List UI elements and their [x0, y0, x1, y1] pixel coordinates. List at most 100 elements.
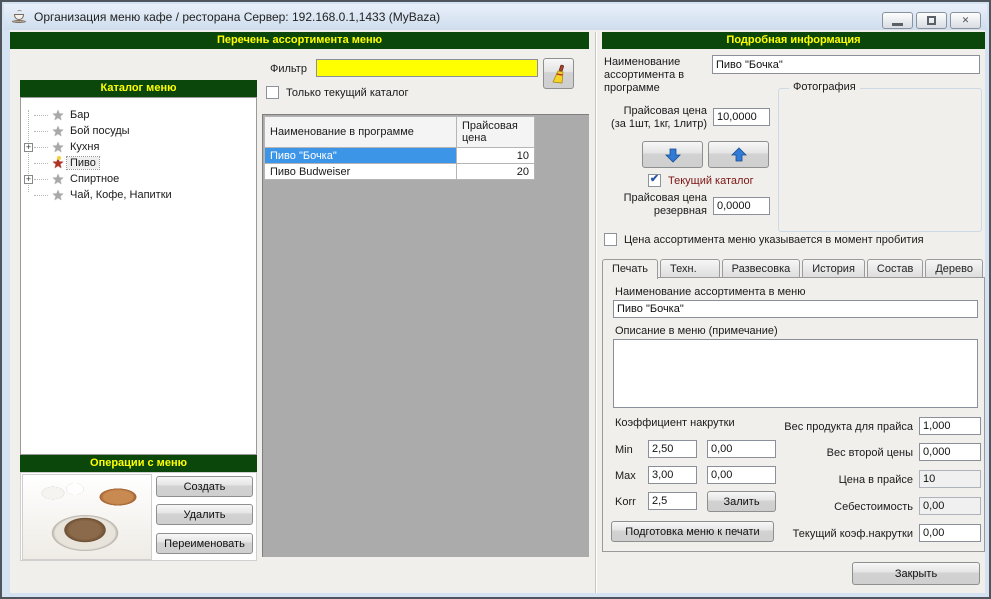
cell-price[interactable]: 20	[457, 164, 535, 180]
arrow-down-icon	[665, 147, 681, 163]
expand-icon[interactable]: +	[24, 175, 33, 184]
column-header-price[interactable]: Прайсовая цена	[457, 117, 535, 148]
max-input-1[interactable]	[648, 466, 697, 484]
tree-item[interactable]: +★Бар	[21, 107, 256, 123]
titlebar[interactable]: Организация меню кафе / ресторана Сервер…	[4, 4, 987, 30]
arrow-up-icon	[731, 147, 747, 163]
tree-item-label: Спиртное	[67, 173, 122, 185]
price-list-value	[919, 470, 981, 488]
max-label: Max	[615, 470, 636, 482]
catalog-tree[interactable]: +★Бар+★Бой посуды+★Кухня+★Пиво+★Спиртное…	[20, 97, 257, 455]
star-icon: ★	[49, 171, 67, 188]
tree-connector	[34, 115, 48, 116]
korr-label: Korr	[615, 496, 636, 508]
price-input[interactable]	[713, 108, 770, 126]
tree-item[interactable]: + ★Спиртное	[21, 171, 256, 187]
current-catalog-checkbox[interactable]: ✔	[648, 174, 661, 187]
star-icon: ★	[49, 139, 67, 156]
window-title: Организация меню кафе / ресторана Сервер…	[34, 10, 440, 24]
price-label-line1: Прайсовая цена	[585, 105, 707, 117]
tab-0[interactable]: Печать	[602, 259, 658, 279]
operation-button-2[interactable]: Переименовать	[156, 533, 253, 554]
table-row[interactable]: Пиво "Бочка"10	[265, 148, 535, 164]
operation-button-0[interactable]: Создать	[156, 476, 253, 497]
min-label: Min	[615, 444, 633, 456]
column-header-name[interactable]: Наименование в программе	[265, 117, 457, 148]
weight-label: Вес продукта для прайса	[758, 421, 913, 433]
tree-connector	[34, 131, 48, 132]
tab-3[interactable]: История	[802, 259, 865, 278]
cell-name[interactable]: Пиво Budweiser	[265, 164, 457, 180]
tree-item[interactable]: + ★Кухня	[21, 139, 256, 155]
tree-item[interactable]: +★Бой посуды	[21, 123, 256, 139]
left-section-header: Перечень ассортимента меню	[10, 32, 589, 49]
print-tab-panel: Наименование ассортимента в меню Описани…	[602, 277, 985, 552]
price-label-line2: (за 1шт, 1кг, 1литр)	[585, 118, 707, 130]
price-at-sale-checkbox[interactable]	[604, 233, 617, 246]
star-icon: ★	[49, 107, 67, 124]
tree-item-label: Бой посуды	[67, 125, 133, 137]
detail-tabs: ПечатьТехн. картаРазвесовкаИсторияСостав…	[602, 259, 985, 278]
filter-label: Фильтр	[270, 63, 307, 75]
assortment-table[interactable]: Наименование в программе Прайсовая цена …	[264, 116, 535, 180]
weight-input[interactable]	[919, 417, 981, 435]
tree-connector	[34, 163, 48, 164]
cell-price[interactable]: 10	[457, 148, 535, 164]
reserve-price-input[interactable]	[713, 197, 770, 215]
current-markup-input[interactable]	[919, 524, 981, 542]
tab-5[interactable]: Дерево	[925, 259, 983, 278]
app-window: Организация меню кафе / ресторана Сервер…	[0, 0, 991, 599]
program-name-input[interactable]	[712, 55, 980, 74]
filter-input[interactable]	[316, 59, 538, 77]
second-weight-input[interactable]	[919, 443, 981, 461]
menu-name-input[interactable]	[613, 300, 978, 318]
tree-item-label: Пиво	[67, 157, 99, 169]
photo-group-label: Фотография	[789, 81, 860, 93]
tree-item-label: Бар	[67, 109, 92, 121]
operation-button-1[interactable]: Удалить	[156, 504, 253, 525]
dialog-body: Перечень ассортимента меню Фильтр Только…	[10, 30, 985, 593]
close-dialog-button[interactable]: Закрыть	[852, 562, 980, 585]
program-name-label: Наименование ассортимента в программе	[604, 56, 710, 95]
clear-filter-button[interactable]	[543, 58, 574, 89]
tree-item-label: Чай, Кофе, Напитки	[67, 189, 175, 201]
reserve-price-label-line2: резервная	[585, 205, 707, 217]
price-list-label: Цена в прайсе	[758, 474, 913, 486]
price-at-sale-label: Цена ассортимента меню указывается в мом…	[624, 234, 924, 246]
korr-input[interactable]	[648, 492, 697, 510]
move-down-button[interactable]	[642, 141, 703, 168]
cell-name[interactable]: Пиво "Бочка"	[265, 148, 457, 164]
min-input-1[interactable]	[648, 440, 697, 458]
description-textarea[interactable]	[613, 339, 978, 408]
cost-value	[919, 497, 981, 515]
reserve-price-label-line1: Прайсовая цена	[585, 192, 707, 204]
minimize-button[interactable]	[882, 12, 913, 29]
second-weight-label: Вес второй цены	[758, 447, 913, 459]
move-up-button[interactable]	[708, 141, 769, 168]
prepare-print-button[interactable]: Подготовка меню к печати	[611, 521, 774, 542]
description-label: Описание в меню (примечание)	[615, 325, 778, 337]
star-icon: ★	[49, 123, 67, 140]
expand-icon[interactable]: +	[24, 143, 33, 152]
markup-coefficient-label: Коэффициент накрутки	[615, 417, 735, 429]
assortment-table-area: Наименование в программе Прайсовая цена …	[262, 114, 589, 557]
tree-item[interactable]: +★Чай, Кофе, Напитки	[21, 187, 256, 203]
close-icon[interactable]: ✕	[950, 12, 981, 29]
broom-icon	[549, 64, 569, 84]
menu-name-label: Наименование ассортимента в меню	[615, 286, 805, 298]
coffee-cup-icon	[12, 9, 28, 25]
tab-1[interactable]: Техн. карта	[660, 259, 720, 278]
tree-connector	[34, 195, 48, 196]
current-markup-label: Текущий коэф.накрутки	[758, 528, 913, 540]
cost-label: Себестоимость	[758, 501, 913, 513]
current-catalog-label: Текущий каталог	[668, 175, 754, 187]
only-current-catalog-checkbox[interactable]	[266, 86, 279, 99]
tab-4[interactable]: Состав	[867, 259, 923, 278]
tree-item-label: Кухня	[67, 141, 102, 153]
operations-header: Операции с меню	[20, 455, 257, 472]
tab-2[interactable]: Развесовка	[722, 259, 801, 278]
maximize-button[interactable]	[916, 12, 947, 29]
table-row[interactable]: Пиво Budweiser20	[265, 164, 535, 180]
photo-groupbox: Фотография	[778, 88, 982, 232]
tree-item[interactable]: +★Пиво	[21, 155, 256, 171]
